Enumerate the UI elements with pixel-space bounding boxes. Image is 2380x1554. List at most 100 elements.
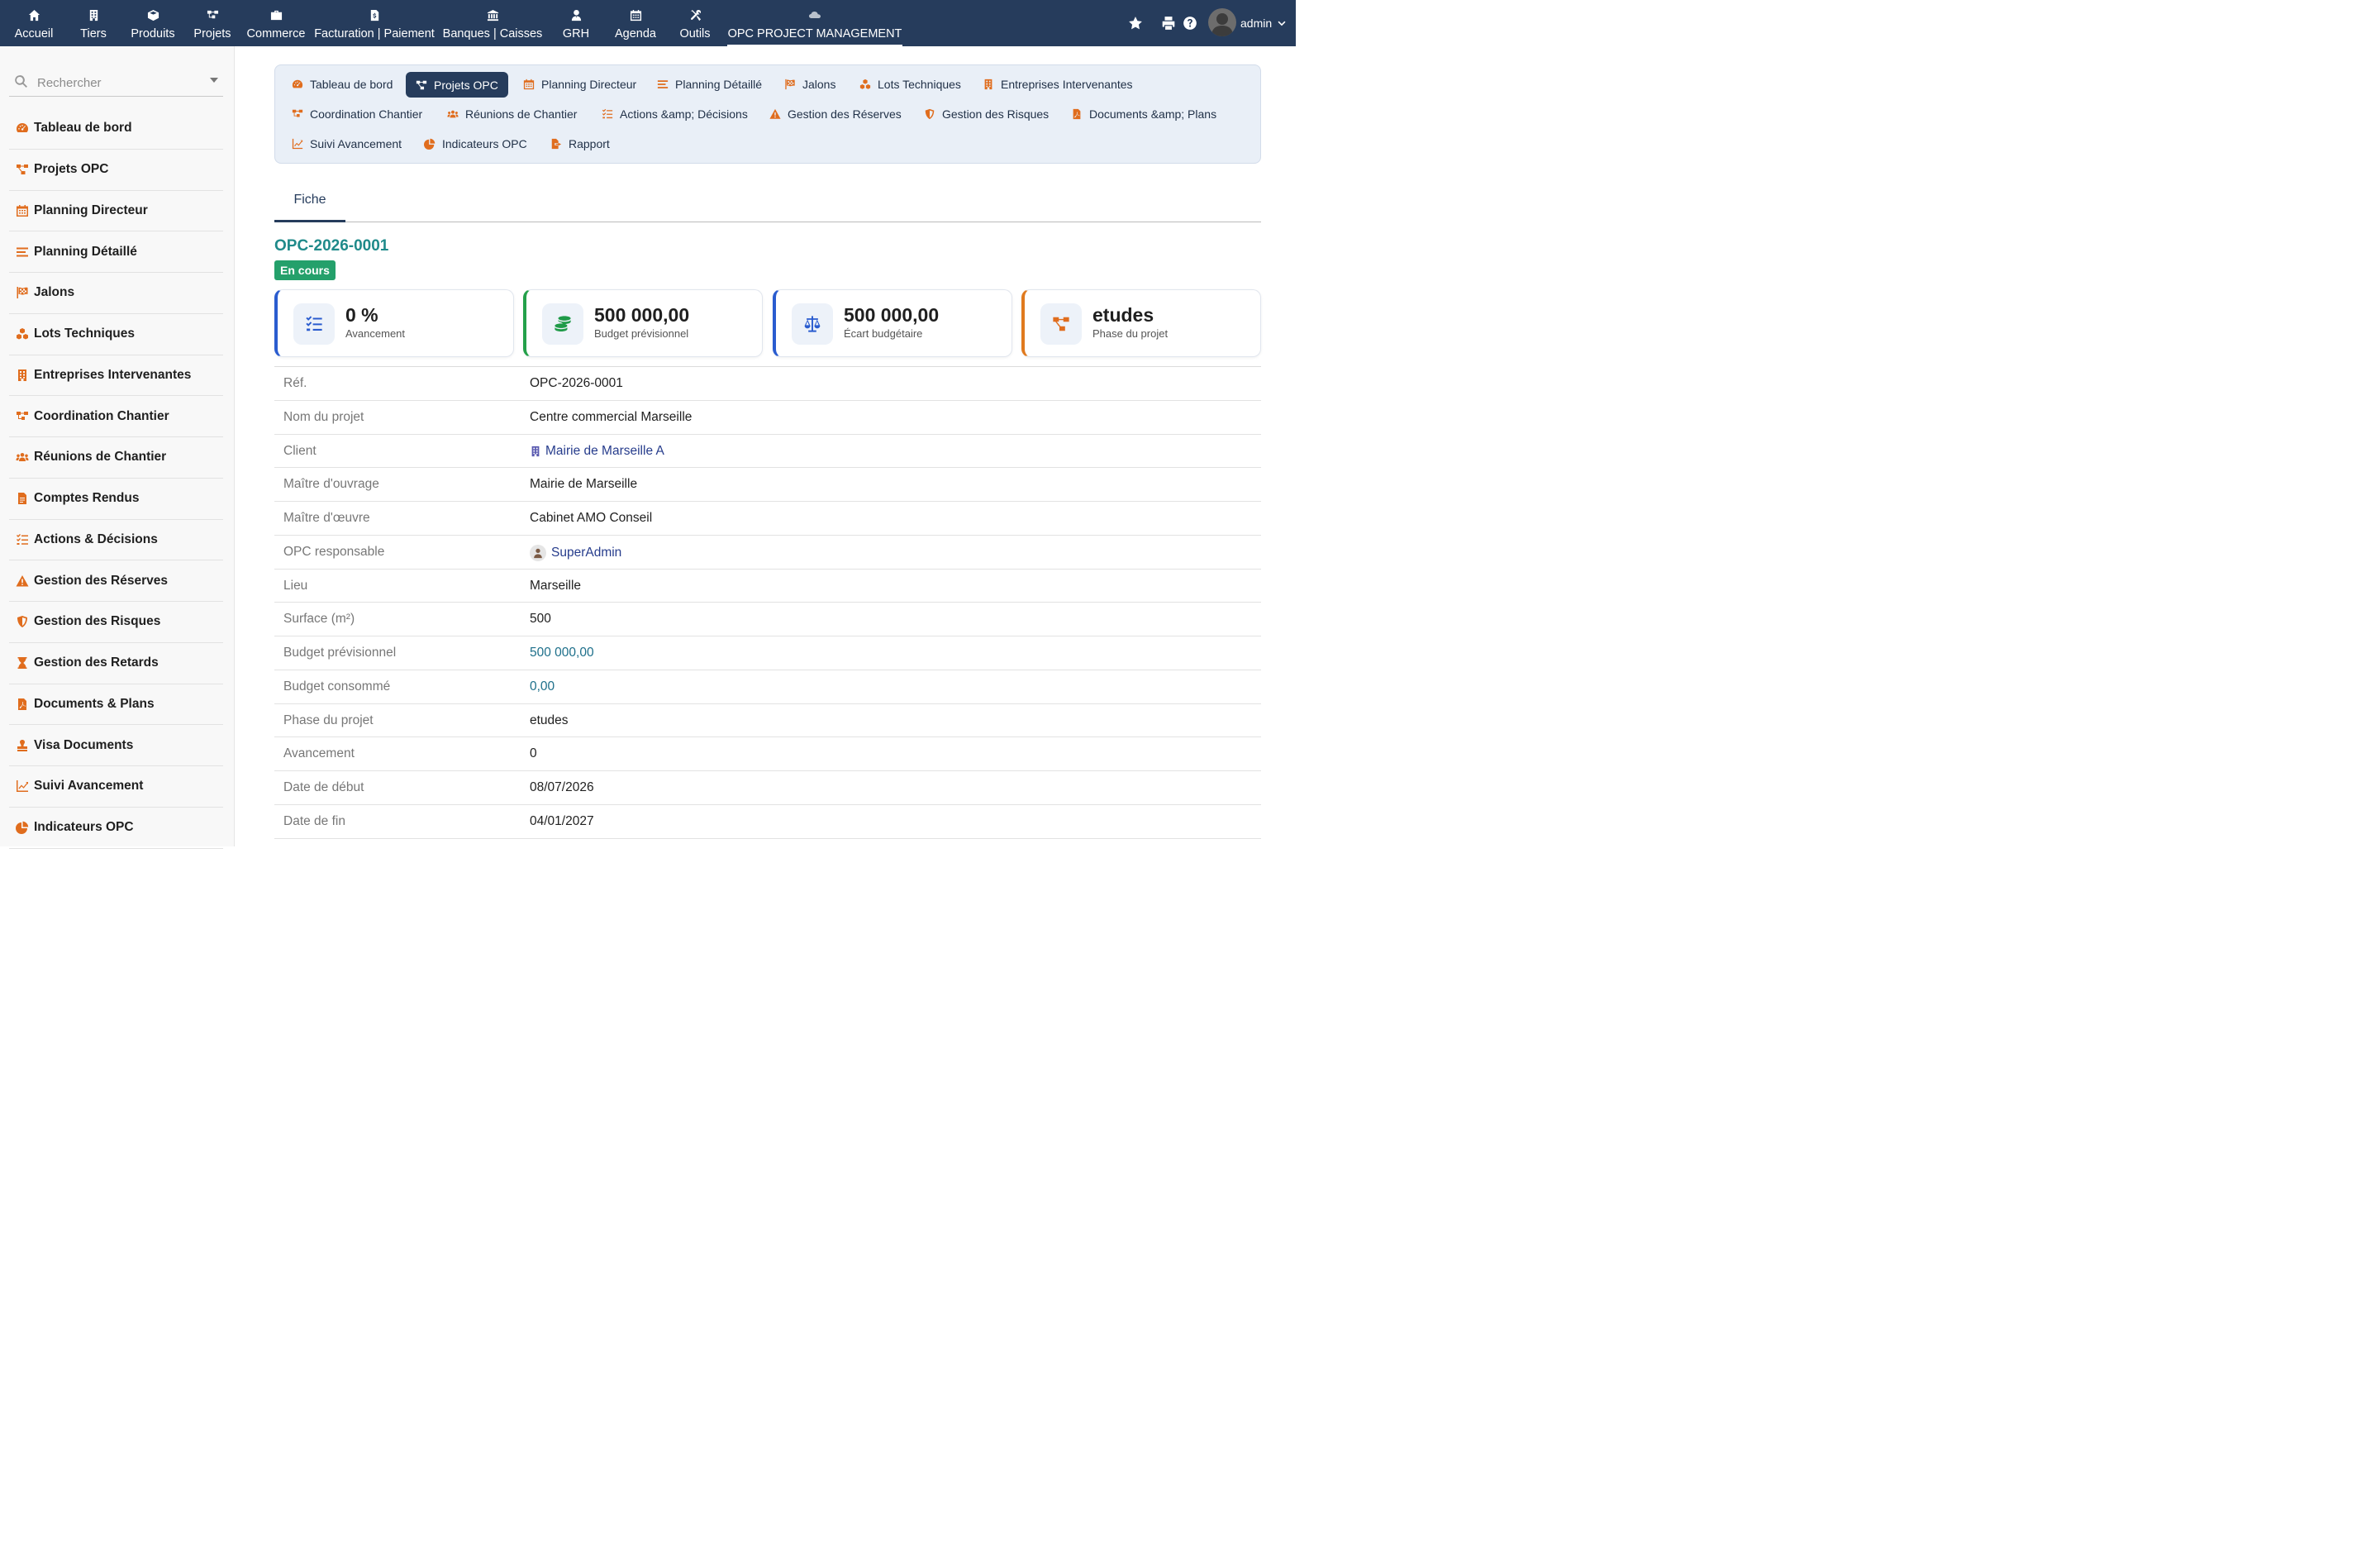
building-icon <box>71 7 116 22</box>
menu-facturation[interactable]: Facturation | Paiement <box>314 0 435 46</box>
sidebar-item-planning-detaille[interactable]: Planning Détaillé <box>9 231 223 273</box>
subnav-jalons[interactable]: Jalons <box>784 72 835 97</box>
user-link[interactable]: SuperAdmin <box>530 544 621 561</box>
shield-icon <box>16 614 34 629</box>
chart-line-icon <box>16 779 34 794</box>
caret-down-icon[interactable] <box>210 78 218 83</box>
kpi-value: 500 000,00 <box>594 304 690 326</box>
kpi-card-avancement: 0 % Avancement <box>274 289 514 357</box>
field-row-date-de-fin: Date de fin 04/01/2027 <box>274 805 1261 839</box>
top-navigation-bar: Accueil Tiers Produits Projets Commerce … <box>0 0 1296 46</box>
menu-agenda[interactable]: Agenda <box>610 0 661 46</box>
field-row-budget-previsionnel: Budget prévisionnel 500 000,00 <box>274 636 1261 670</box>
sidebar-item-lots-techniques[interactable]: Lots Techniques <box>9 314 223 355</box>
subnav-actions-decisions[interactable]: Actions &amp; Décisions <box>602 102 748 126</box>
menu-label: Commerce <box>246 27 306 41</box>
sidebar-item-label: Suivi Avancement <box>34 779 144 794</box>
subnav-planning-directeur[interactable]: Planning Directeur <box>523 72 636 97</box>
invoice-icon <box>314 7 435 22</box>
tools-icon <box>673 7 717 22</box>
sidebar-item-jalons[interactable]: Jalons <box>9 273 223 314</box>
sidebar-item-reunions-de-chantier[interactable]: Réunions de Chantier <box>9 437 223 479</box>
subnav-planning-detaille[interactable]: Planning Détaillé <box>657 72 762 97</box>
field-label: Avancement <box>283 746 355 761</box>
users-icon <box>447 108 459 120</box>
sidebar-item-gestion-des-reserves[interactable]: Gestion des Réserves <box>9 560 223 602</box>
chevron-down-icon[interactable] <box>1277 18 1287 28</box>
help-icon[interactable] <box>1182 15 1198 31</box>
menu-label: Outils <box>679 27 711 41</box>
sidebar-item-tableau-de-bord[interactable]: Tableau de bord <box>9 108 223 150</box>
subnav-documents-plans[interactable]: Documents &amp; Plans <box>1071 102 1216 126</box>
search-input[interactable] <box>36 71 204 94</box>
menu-accueil[interactable]: Accueil <box>7 0 61 46</box>
sidebar-item-label: Documents & Plans <box>34 696 155 711</box>
subnav-entreprises-intervenantes[interactable]: Entreprises Intervenantes <box>983 72 1133 97</box>
sidebar-item-indicateurs-opc[interactable]: Indicateurs OPC <box>9 808 223 849</box>
sidebar-item-label: Entreprises Intervenantes <box>34 367 192 382</box>
field-row-surface: Surface (m²) 500 <box>274 603 1261 636</box>
field-value: Cabinet AMO Conseil <box>530 511 653 525</box>
user-avatar[interactable] <box>1208 8 1236 36</box>
user-avatar-icon <box>530 544 546 561</box>
menu-tiers[interactable]: Tiers <box>71 0 116 46</box>
kpi-value: 500 000,00 <box>844 304 940 326</box>
sidebar-item-comptes-rendus[interactable]: Comptes Rendus <box>9 479 223 520</box>
subnav-rapport[interactable]: Rapport <box>550 131 610 156</box>
subnav-suivi-avancement[interactable]: Suivi Avancement <box>292 131 402 156</box>
subnav-tableau-de-bord[interactable]: Tableau de bord <box>292 72 393 97</box>
menu-produits[interactable]: Produits <box>125 0 181 46</box>
menu-commerce[interactable]: Commerce <box>245 0 307 46</box>
sidebar-item-label: Planning Détaillé <box>34 244 137 259</box>
field-value: Centre commercial Marseille <box>530 409 693 424</box>
sidebar-item-suivi-avancement[interactable]: Suivi Avancement <box>9 766 223 808</box>
sidebar-item-label: Comptes Rendus <box>34 491 140 506</box>
sidebar-item-planning-directeur[interactable]: Planning Directeur <box>9 191 223 232</box>
subnav-label: Gestion des Réserves <box>788 107 902 121</box>
subnav-gestion-des-reserves[interactable]: Gestion des Réserves <box>769 102 902 126</box>
subnav-label: Actions &amp; Décisions <box>620 107 748 121</box>
project-ref-title: OPC-2026-0001 <box>274 237 389 255</box>
sidebar-item-gestion-des-retards[interactable]: Gestion des Retards <box>9 643 223 684</box>
user-name[interactable]: admin <box>1240 17 1272 30</box>
subnav-projets-opc[interactable]: Projets OPC <box>406 72 508 98</box>
field-label: Maître d'ouvrage <box>283 477 379 492</box>
menu-banques[interactable]: Banques | Caisses <box>442 0 543 46</box>
building-icon <box>16 368 34 383</box>
sidebar-item-coordination-chantier[interactable]: Coordination Chantier <box>9 396 223 437</box>
sidebar-item-gestion-des-risques[interactable]: Gestion des Risques <box>9 602 223 643</box>
sidebar-search <box>9 68 223 97</box>
sidebar-item-label: Lots Techniques <box>34 327 136 341</box>
sitemap-icon <box>292 108 303 120</box>
bank-icon <box>442 7 543 22</box>
sidebar-item-documents-plans[interactable]: Documents & Plans <box>9 684 223 726</box>
subnav-gestion-des-risques[interactable]: Gestion des Risques <box>924 102 1049 126</box>
subnav-indicateurs-opc[interactable]: Indicateurs OPC <box>424 131 527 156</box>
sidebar-item-entreprises-intervenantes[interactable]: Entreprises Intervenantes <box>9 355 223 397</box>
menu-label: Facturation | Paiement <box>314 27 435 41</box>
menu-grh[interactable]: GRH <box>555 0 597 46</box>
subnav-label: Tableau de bord <box>310 78 393 91</box>
field-row-avancement: Avancement 0 <box>274 737 1261 771</box>
print-icon[interactable] <box>1160 15 1177 31</box>
bookmark-star-icon[interactable] <box>1127 15 1144 31</box>
subnav-reunions-de-chantier[interactable]: Réunions de Chantier <box>447 102 577 126</box>
sidebar-item-actions-decisions[interactable]: Actions & Décisions <box>9 520 223 561</box>
menu-outils[interactable]: Outils <box>673 0 717 46</box>
kpi-card-budget-previsionnel: 500 000,00 Budget prévisionnel <box>523 289 763 357</box>
subnav-coordination-chantier[interactable]: Coordination Chantier <box>292 102 422 126</box>
tab-fiche[interactable]: Fiche <box>274 180 345 222</box>
menu-label: Produits <box>131 27 175 41</box>
menu-label: Accueil <box>14 27 54 41</box>
sidebar-item-label: Réunions de Chantier <box>34 450 167 465</box>
client-link[interactable]: Mairie de Marseille A <box>530 444 664 459</box>
bars-icon <box>16 245 34 260</box>
menu-projets[interactable]: Projets <box>188 0 236 46</box>
subnav-label: Planning Directeur <box>541 78 637 91</box>
sidebar-item-visa-documents[interactable]: Visa Documents <box>9 725 223 766</box>
subnav-lots-techniques[interactable]: Lots Techniques <box>859 72 961 97</box>
menu-opc-project-management[interactable]: OPC PROJECT MANAGEMENT <box>727 0 902 46</box>
sidebar-item-projets-opc[interactable]: Projets OPC <box>9 150 223 191</box>
subnav-label: Indicateurs OPC <box>442 137 527 150</box>
sidebar-item-label: Gestion des Retards <box>34 655 159 670</box>
